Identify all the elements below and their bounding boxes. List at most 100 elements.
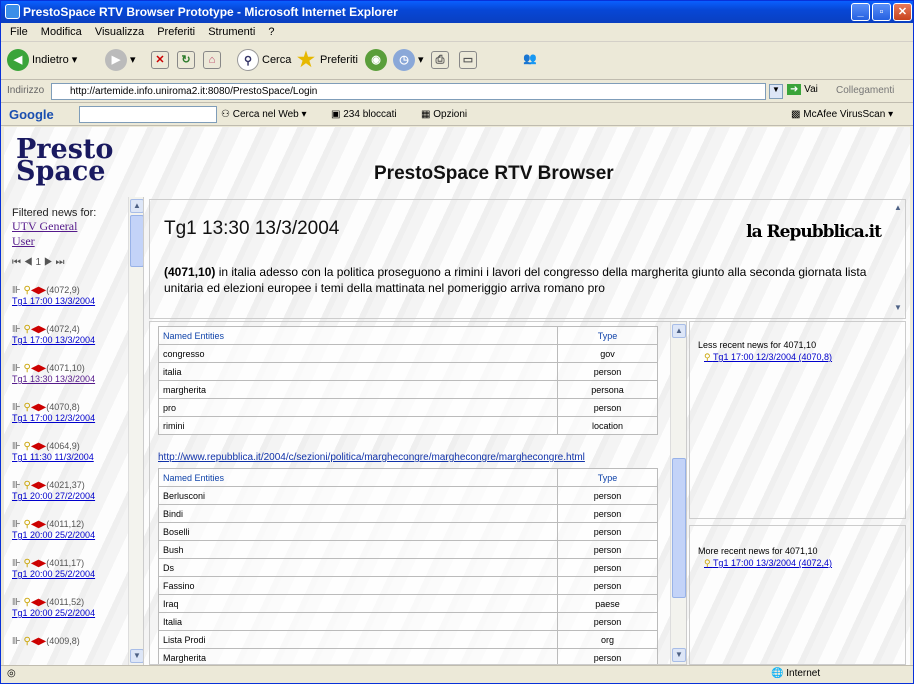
news-item-link[interactable]: Tg1 20:00 25/2/2004 — [12, 530, 132, 540]
search-icon[interactable]: ⚲ — [24, 636, 31, 647]
next-page-icon[interactable]: ▶ — [44, 257, 53, 268]
sidebar-scrollbar[interactable]: ▲ ▼ — [128, 197, 143, 665]
prev-arrow-icon[interactable]: ◀ — [31, 324, 39, 335]
search-icon[interactable]: ⚲ — [24, 402, 31, 413]
entities-scroll-thumb[interactable] — [672, 458, 686, 598]
prev-arrow-icon[interactable]: ◀ — [31, 480, 39, 491]
story-scroll-down-icon[interactable]: ▼ — [891, 302, 905, 316]
maximize-button[interactable]: ▫ — [872, 3, 891, 21]
filmstrip-icon[interactable]: ⊪ — [12, 402, 24, 413]
search-icon[interactable]: ⚲ — [24, 324, 31, 335]
close-button[interactable]: ✕ — [893, 3, 912, 21]
table-row: rimini location — [158, 416, 658, 435]
entity-type: person — [557, 522, 658, 541]
entity-type: person — [557, 648, 658, 664]
search-icon: ⚲ — [237, 49, 259, 72]
refresh-button[interactable]: ↻ — [177, 47, 195, 73]
prev-arrow-icon[interactable]: ◀ — [31, 441, 39, 452]
more-recent-link[interactable]: ⚲ Tg1 17:00 13/3/2004 (4072,4) — [704, 558, 832, 569]
table-row: Bush person — [158, 540, 658, 559]
prev-arrow-icon[interactable]: ◀ — [31, 519, 39, 530]
prev-arrow-icon[interactable]: ◀ — [31, 363, 39, 374]
filmstrip-icon[interactable]: ⊪ — [12, 363, 24, 374]
prev-arrow-icon[interactable]: ◀ — [31, 285, 39, 296]
story-scroll-up-icon[interactable]: ▲ — [891, 202, 905, 216]
scroll-up-icon[interactable]: ▲ — [130, 199, 143, 213]
news-item-link[interactable]: Tg1 20:00 27/2/2004 — [12, 491, 132, 501]
menu-strumenti[interactable]: Strumenti — [208, 26, 255, 38]
scroll-thumb[interactable] — [130, 215, 143, 267]
entities-scroll-up-icon[interactable]: ▲ — [672, 324, 686, 338]
favorites-button[interactable]: ★ Preferiti — [295, 47, 358, 73]
back-button[interactable]: ◀ Indietro ▾ — [7, 47, 77, 73]
filmstrip-icon[interactable]: ⊪ — [12, 480, 24, 491]
scroll-down-icon[interactable]: ▼ — [130, 649, 143, 663]
edit-button[interactable]: ▭ — [459, 47, 477, 73]
entities-scroll-down-icon[interactable]: ▼ — [672, 648, 686, 662]
search-icon[interactable]: ⚲ — [24, 480, 31, 491]
media-button[interactable]: ◉ — [365, 47, 390, 73]
filmstrip-icon[interactable]: ⊪ — [12, 285, 24, 296]
menu-help[interactable]: ? — [268, 26, 274, 38]
less-recent-link[interactable]: ⚲ Tg1 17:00 12/3/2004 (4070,8) — [704, 352, 832, 363]
messenger-button[interactable]: 👥 — [521, 47, 539, 73]
first-page-icon[interactable]: ⏮ — [12, 257, 21, 268]
filter-link-utv-general[interactable]: UTV General — [12, 219, 132, 234]
news-item-link[interactable]: Tg1 20:00 25/2/2004 — [12, 608, 132, 618]
prev-arrow-icon[interactable]: ◀ — [31, 402, 39, 413]
last-page-icon[interactable]: ⏭ — [56, 257, 65, 268]
news-item-link[interactable]: Tg1 20:00 25/2/2004 — [12, 569, 132, 579]
news-item-link[interactable]: Tg1 13:30 13/3/2004 — [12, 374, 132, 384]
print-button[interactable]: ⎙ — [431, 47, 449, 73]
filmstrip-icon[interactable]: ⊪ — [12, 597, 24, 608]
address-input[interactable]: http://artemide.info.uniroma2.it:8080/Pr… — [51, 83, 766, 100]
google-options[interactable]: ▦ Opzioni — [421, 109, 467, 120]
news-item-link[interactable]: Tg1 17:00 12/3/2004 — [12, 413, 132, 423]
google-logo[interactable]: Google — [9, 107, 54, 122]
filmstrip-icon[interactable]: ⊪ — [12, 636, 24, 647]
filmstrip-icon[interactable]: ⊪ — [12, 558, 24, 569]
search-icon[interactable]: ⚲ — [24, 519, 31, 530]
search-icon[interactable]: ⚲ — [24, 558, 31, 569]
article-link[interactable]: http://www.repubblica.it/2004/c/sezioni/… — [158, 452, 585, 463]
entity-name: pro — [158, 398, 558, 417]
filmstrip-icon[interactable]: ⊪ — [12, 324, 24, 335]
prev-arrow-icon[interactable]: ◀ — [31, 558, 39, 569]
google-search-input[interactable] — [79, 106, 217, 123]
home-button[interactable]: ⌂ — [203, 47, 221, 73]
filter-link-user[interactable]: User — [12, 234, 132, 249]
menu-modifica[interactable]: Modifica — [41, 26, 82, 38]
stop-button[interactable]: ✕ — [151, 47, 169, 73]
minimize-button[interactable]: _ — [851, 3, 870, 21]
menu-visualizza[interactable]: Visualizza — [95, 26, 144, 38]
entity-type: location — [557, 416, 658, 435]
search-icon[interactable]: ⚲ — [24, 363, 31, 374]
search-icon[interactable]: ⚲ — [24, 441, 31, 452]
google-search-web-button[interactable]: ⚇ Cerca nel Web ▾ — [221, 109, 307, 120]
search-icon[interactable]: ⚲ — [24, 597, 31, 608]
mcafee-button[interactable]: ▩ McAfee VirusScan ▾ — [791, 109, 893, 120]
go-button[interactable]: ➜ Vai — [787, 84, 818, 95]
history-button[interactable]: ◷ ▾ — [393, 47, 424, 73]
news-item-link[interactable]: Tg1 17:00 13/3/2004 — [12, 335, 132, 345]
news-item-link[interactable]: Tg1 17:00 13/3/2004 — [12, 296, 132, 306]
search-icon[interactable]: ⚲ — [24, 285, 31, 296]
menu-file[interactable]: File — [10, 26, 28, 38]
entities-scrollbar[interactable]: ▲ ▼ — [670, 322, 686, 664]
entities-panel: Named Entities Type congresso gov italia pers… — [149, 321, 687, 665]
prev-arrow-icon[interactable]: ◀ — [31, 636, 39, 647]
search-button[interactable]: ⚲ Cerca — [237, 47, 291, 73]
menu-preferiti[interactable]: Preferiti — [157, 26, 195, 38]
prev-page-icon[interactable]: ◀ — [24, 257, 33, 268]
popup-blocker[interactable]: ▣ 234 bloccati — [331, 109, 397, 120]
address-dropdown-icon[interactable]: ▼ — [769, 84, 783, 99]
table-row: Italia person — [158, 612, 658, 631]
forward-button[interactable]: ▶ ▾ — [105, 47, 136, 73]
links-label[interactable]: Collegamenti — [836, 85, 894, 96]
filmstrip-icon[interactable]: ⊪ — [12, 441, 24, 452]
filmstrip-icon[interactable]: ⊪ — [12, 519, 24, 530]
news-item-link[interactable]: Tg1 11:30 11/3/2004 — [12, 452, 132, 462]
table-row: margherita persona — [158, 380, 658, 399]
prev-arrow-icon[interactable]: ◀ — [31, 597, 39, 608]
story-scrollbar[interactable]: ▲ ▼ — [890, 200, 906, 318]
